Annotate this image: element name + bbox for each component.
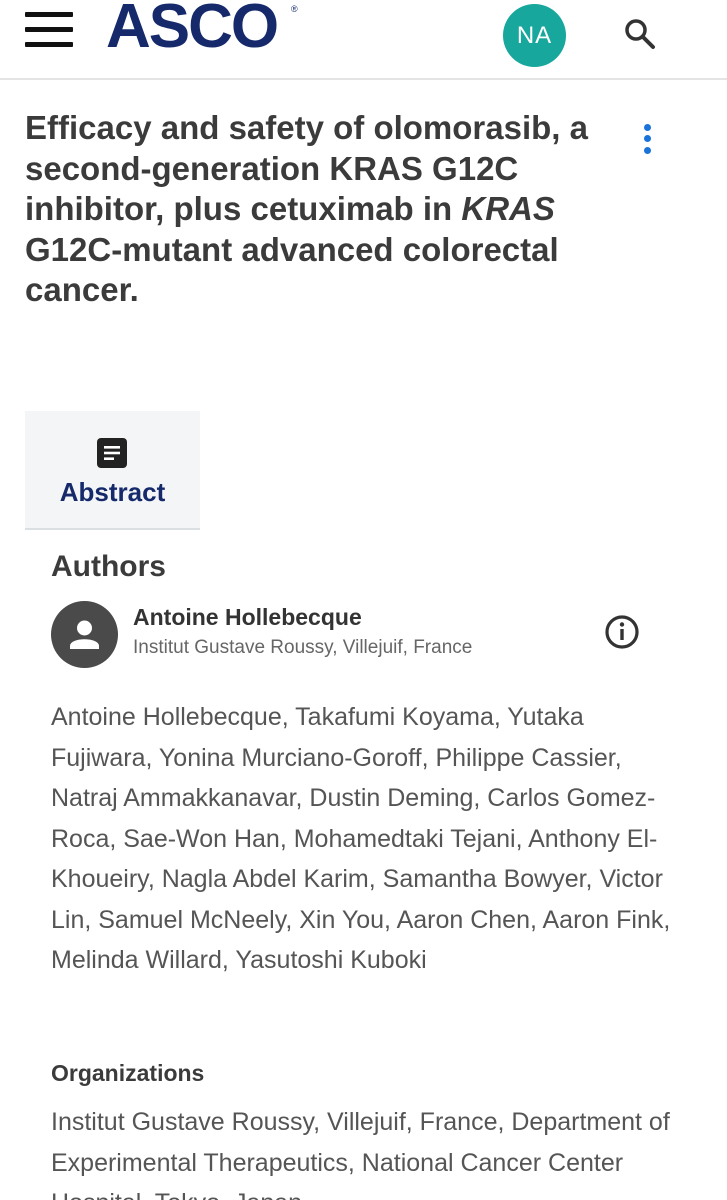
hamburger-menu-icon[interactable] (25, 12, 73, 48)
more-vertical-icon[interactable] (640, 122, 656, 158)
organizations-heading: Organizations (51, 1060, 205, 1086)
featured-author-affiliation: Institut Gustave Roussy, Villejuif, Fran… (133, 637, 473, 658)
title-text-end: G12C-mutant advanced colorectal cancer. (25, 230, 559, 309)
search-icon[interactable] (622, 16, 658, 52)
title-italic-gene: KRAS (461, 190, 555, 227)
person-icon (51, 601, 118, 668)
featured-author-name[interactable]: Antoine Hollebecque (133, 604, 362, 631)
tab-abstract[interactable]: Abstract (25, 411, 200, 530)
info-icon[interactable] (604, 614, 640, 650)
asco-logo[interactable]: ASCO (106, 0, 279, 58)
user-avatar-button[interactable]: NA (503, 4, 566, 67)
page: ASCO ® NA Efficacy and safety of olomora… (0, 0, 727, 1200)
article-title: Efficacy and safety of olomorasib, a sec… (25, 108, 595, 311)
top-header: ASCO ® NA (0, 0, 727, 80)
organizations-text: Institut Gustave Roussy, Villejuif, Fran… (51, 1108, 670, 1200)
document-icon (96, 437, 128, 469)
authors-heading: Authors (51, 550, 166, 583)
registered-mark: ® (291, 4, 298, 14)
tab-abstract-label: Abstract (59, 477, 166, 507)
author-list: Antoine Hollebecque, Takafumi Koyama, Yu… (51, 703, 671, 974)
